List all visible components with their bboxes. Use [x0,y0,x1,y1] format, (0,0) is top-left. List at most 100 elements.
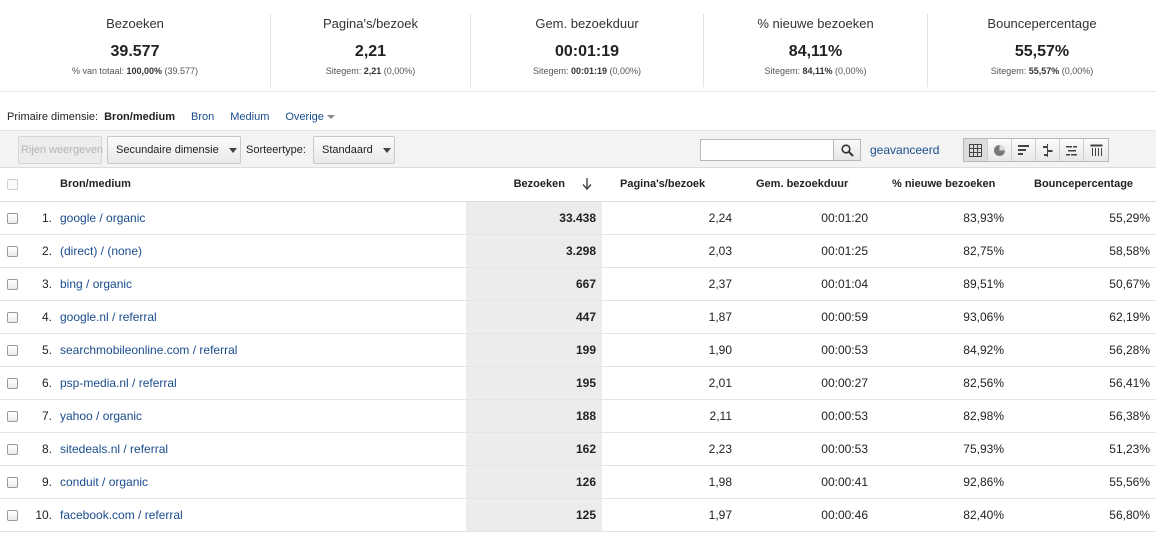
row-index: 3. [28,267,58,301]
row-checkbox[interactable] [7,212,18,224]
row-new-visits: 89,51% [874,267,1010,301]
row-checkbox[interactable] [7,278,18,290]
table-row: 5. searchmobileonline.com / referral 199 1,… [0,333,1156,367]
select-all-cell [0,168,28,202]
comparison-view-icon [1043,143,1053,157]
row-dimension-link[interactable]: conduit / organic [60,475,148,489]
scorecard-sub: Sitegem: 00:01:19 (0,00%) [532,66,642,76]
row-checkbox[interactable] [7,443,18,455]
table-row: 7. yahoo / organic 188 2,11 00:00:53 82,98% 56… [0,399,1156,433]
row-dimension-cell: sitedeals.nl / referral [58,432,466,466]
scorecard-label: Gem. bezoekduur [535,16,639,31]
search-button[interactable] [833,139,861,161]
primary-dimension-label: Primaire dimensie: [7,111,99,123]
term-cloud-view-button[interactable] [1060,139,1084,161]
primary-dimension-bar: Primaire dimensie: Bron/medium Bron Medi… [0,107,1156,127]
row-new-visits: 93,06% [874,300,1010,334]
pie-view-button[interactable] [988,139,1012,161]
row-checkbox[interactable] [7,509,18,521]
header-visits[interactable]: Bezoeken [466,168,602,202]
row-dimension-link[interactable]: searchmobileonline.com / referral [60,343,237,357]
plot-rows-button[interactable]: Rijen weergeven [18,136,103,164]
row-dimension-link[interactable]: bing / organic [60,277,132,291]
row-index: 2. [28,234,58,268]
comparison-view-button[interactable] [1036,139,1060,161]
table-row: 8. sitedeals.nl / referral 162 2,23 00:00:53… [0,432,1156,466]
row-bounce-rate: 62,19% [1010,300,1156,334]
header-avg-duration[interactable]: Gem. bezoekduur [738,168,874,202]
row-visits: 188 [466,399,602,433]
scorecard-duration: Gem. bezoekduur 00:01:19 Sitegem: 00:01:… [471,14,704,87]
row-dimension-link[interactable]: google.nl / referral [60,310,157,324]
row-checkbox[interactable] [7,410,18,422]
row-avg-duration: 00:00:59 [738,300,874,334]
dimension-other-dropdown[interactable]: Overige [285,111,335,123]
advanced-filter-link[interactable]: geavanceerd [870,143,939,157]
dimension-source-medium[interactable]: Bron/medium [104,111,175,123]
row-dimension-link[interactable]: (direct) / (none) [60,244,142,258]
scorecard-pages: Pagina's/bezoek 2,21 Sitegem: 2,21 (0,00… [271,14,471,87]
row-dimension-link[interactable]: yahoo / organic [60,409,142,423]
row-bounce-rate: 51,23% [1010,432,1156,466]
row-dimension-cell: searchmobileonline.com / referral [58,333,466,367]
chevron-down-icon [326,115,335,120]
scorecard-new-visits: % nieuwe bezoeken 84,11% Sitegem: 84,11%… [704,14,928,87]
row-checkbox[interactable] [7,377,18,389]
secondary-dimension-dropdown[interactable]: Secundaire dimensie [107,136,241,164]
row-dimension-link[interactable]: facebook.com / referral [60,508,183,522]
row-bounce-rate: 55,56% [1010,465,1156,499]
row-checkbox[interactable] [7,344,18,356]
sort-down-icon [582,178,592,191]
row-new-visits: 92,86% [874,465,1010,499]
scorecard-sub: Sitegem: 55,57% (0,00%) [990,66,1094,76]
row-checkbox[interactable] [7,245,18,257]
sort-type-dropdown[interactable]: Standaard [313,136,395,164]
row-dimension-link[interactable]: sitedeals.nl / referral [60,442,168,456]
header-dimension[interactable]: Bron/medium [58,168,466,202]
bar-view-button[interactable] [1012,139,1036,161]
row-index: 5. [28,333,58,367]
row-dimension-cell: psp-media.nl / referral [58,366,466,400]
row-new-visits: 82,56% [874,366,1010,400]
row-avg-duration: 00:00:53 [738,432,874,466]
row-index: 10. [28,498,58,532]
table-row: 9. conduit / organic 126 1,98 00:00:41 92,86%… [0,465,1156,499]
row-visits: 3.298 [466,234,602,268]
row-select-cell [0,465,28,499]
row-pages-per-visit: 2,01 [602,366,738,400]
row-dimension-link[interactable]: google / organic [60,211,145,225]
row-index: 9. [28,465,58,499]
row-bounce-rate: 56,38% [1010,399,1156,433]
row-bounce-rate: 55,29% [1010,201,1156,235]
dimension-medium[interactable]: Medium [230,111,269,123]
row-visits: 199 [466,333,602,367]
search-input[interactable] [700,139,834,161]
select-all-checkbox[interactable] [7,178,18,190]
row-dimension-cell: google.nl / referral [58,300,466,334]
header-pages-per-visit[interactable]: Pagina's/bezoek [602,168,738,202]
header-bounce-rate[interactable]: Bouncepercentage [1010,168,1156,202]
pivot-view-button[interactable] [1084,139,1108,161]
row-index: 6. [28,366,58,400]
table-row: 2. (direct) / (none) 3.298 2,03 00:01:25 82,7… [0,234,1156,268]
row-select-cell [0,201,28,235]
row-checkbox[interactable] [7,476,18,488]
dimension-source[interactable]: Bron [191,111,214,123]
scorecard-label: Bezoeken [106,16,164,31]
row-new-visits: 83,93% [874,201,1010,235]
row-pages-per-visit: 1,97 [602,498,738,532]
pie-view-icon [994,144,1005,156]
row-visits: 33.438 [466,201,602,235]
row-checkbox[interactable] [7,311,18,323]
scorecard-row: Bezoeken 39.577 % van totaal: 100,00% (3… [0,0,1156,92]
row-dimension-link[interactable]: psp-media.nl / referral [60,376,177,390]
row-visits: 162 [466,432,602,466]
row-bounce-rate: 50,67% [1010,267,1156,301]
row-index: 8. [28,432,58,466]
row-avg-duration: 00:01:04 [738,267,874,301]
header-new-visits[interactable]: % nieuwe bezoeken [874,168,1010,202]
table-view-button[interactable] [964,139,988,161]
scorecard-value: 55,57% [1014,43,1070,60]
bar-view-icon [1018,144,1029,155]
row-avg-duration: 00:00:53 [738,399,874,433]
